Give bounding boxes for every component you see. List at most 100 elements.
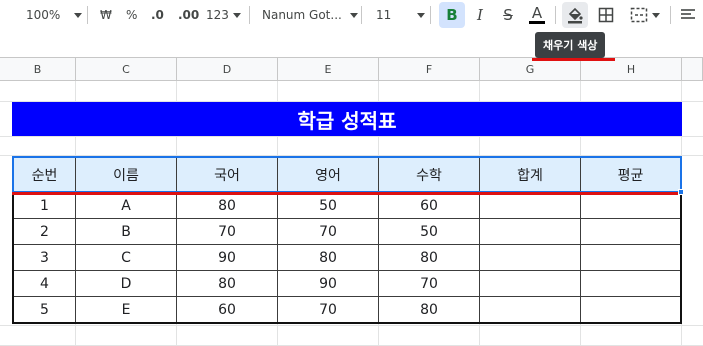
cell-value: 70 (420, 275, 438, 292)
table-cell[interactable]: 70 (177, 219, 278, 245)
table-cell[interactable]: 80 (278, 245, 379, 271)
font-size-select[interactable]: 11 (376, 3, 426, 27)
table-cell[interactable]: 60 (379, 193, 480, 219)
gridline (0, 325, 703, 326)
column-header-d[interactable]: D (177, 57, 278, 81)
table-cell[interactable]: 70 (278, 297, 379, 322)
table-cell[interactable]: 60 (177, 297, 278, 322)
header-cell[interactable]: 수학 (379, 158, 480, 193)
bold-button[interactable]: B (439, 2, 465, 28)
table-cell[interactable] (480, 245, 581, 271)
table-cell[interactable]: C (76, 245, 177, 271)
table-cell[interactable] (581, 245, 680, 271)
table-cell[interactable]: 80 (379, 297, 480, 322)
table-cell[interactable]: D (76, 271, 177, 297)
horizontal-align-button[interactable] (676, 3, 700, 27)
text-color-swatch (529, 21, 545, 24)
header-cell[interactable]: 합계 (480, 158, 581, 193)
score-table: 순번 이름 국어 영어 수학 합계 평균 1 A 80 50 60 2 B 70… (12, 156, 682, 324)
column-header-label: H (626, 62, 636, 76)
italic-button[interactable]: I (468, 3, 492, 27)
sheet-title: 학급 성적표 (297, 108, 397, 133)
cell-value: 3 (40, 249, 49, 266)
column-header-c[interactable]: C (76, 57, 177, 81)
currency-format-button[interactable]: ₩ (100, 3, 112, 27)
strikethrough-button[interactable]: S (496, 3, 520, 27)
table-cell[interactable] (581, 271, 680, 297)
header-cell[interactable]: 이름 (76, 158, 177, 193)
selection-fill-handle[interactable] (678, 189, 684, 195)
header-label: 합계 (517, 168, 543, 184)
borders-icon (598, 7, 614, 23)
tooltip-text: 채우기 색상 (543, 39, 598, 52)
table-cell[interactable]: B (76, 219, 177, 245)
table-cell[interactable] (581, 297, 680, 322)
chevron-down-icon (232, 12, 241, 18)
table-cell[interactable] (581, 219, 680, 245)
header-cell[interactable]: 영어 (278, 158, 379, 193)
table-cell[interactable]: 90 (177, 245, 278, 271)
header-cell[interactable]: 국어 (177, 158, 278, 193)
table-cell[interactable]: 80 (177, 193, 278, 219)
number-format-select[interactable]: 123 (206, 3, 241, 27)
table-cell[interactable]: 80 (177, 271, 278, 297)
cell-value: C (121, 249, 131, 266)
toolbar-divider (249, 6, 250, 24)
cell-value: B (121, 223, 131, 240)
toolbar-divider (430, 6, 431, 24)
table-cell[interactable]: 5 (14, 297, 76, 322)
increase-decimal-button[interactable]: .00 (178, 3, 199, 27)
cell-value: 70 (319, 301, 337, 318)
column-header-f[interactable]: F (379, 57, 480, 81)
table-cell[interactable]: 1 (14, 193, 76, 219)
sheet-title-cell[interactable]: 학급 성적표 (12, 102, 682, 136)
cell-value: 90 (319, 275, 337, 292)
table-cell[interactable]: 4 (14, 271, 76, 297)
column-header-label: E (324, 62, 332, 76)
table-cell[interactable] (480, 219, 581, 245)
italic-label: I (477, 6, 483, 24)
decrease-decimal-button[interactable]: .0 (151, 3, 164, 27)
align-left-icon (681, 9, 695, 19)
decrease-decimal-label: .0 (151, 8, 164, 22)
cell-value: 80 (218, 197, 236, 214)
zoom-select[interactable]: 100% (26, 3, 83, 27)
table-cell[interactable] (480, 271, 581, 297)
header-cell[interactable]: 순번 (14, 158, 76, 193)
table-cell[interactable]: 70 (278, 219, 379, 245)
cell-value: E (121, 301, 131, 318)
font-family-select[interactable]: Nanum Got... (262, 3, 358, 27)
fill-color-button[interactable] (562, 2, 588, 28)
table-cell[interactable]: A (76, 193, 177, 219)
table-cell[interactable] (480, 193, 581, 219)
table-cell[interactable]: E (76, 297, 177, 322)
cell-value: 5 (40, 301, 49, 318)
zoom-value: 100% (26, 8, 61, 22)
table-cell[interactable]: 80 (379, 245, 480, 271)
table-cell[interactable]: 90 (278, 271, 379, 297)
borders-button[interactable] (594, 3, 618, 27)
table-cell[interactable] (581, 193, 680, 219)
toolbar-divider (361, 6, 362, 24)
highlight-underline (12, 192, 682, 195)
header-label: 영어 (315, 168, 341, 184)
table-cell[interactable]: 2 (14, 219, 76, 245)
header-cell[interactable]: 평균 (581, 158, 680, 193)
table-cell[interactable]: 50 (278, 193, 379, 219)
percent-format-button[interactable]: % (126, 3, 137, 27)
column-header-i[interactable] (682, 57, 703, 81)
text-color-button[interactable]: A (525, 3, 549, 27)
cell-value: 70 (218, 223, 236, 240)
cell-value: 80 (420, 301, 438, 318)
column-header-b[interactable]: B (0, 57, 76, 81)
merge-cells-icon (630, 7, 648, 23)
column-header-label: D (222, 62, 232, 76)
merge-cells-button[interactable] (624, 3, 666, 27)
strikethrough-label: S (503, 6, 513, 24)
table-cell[interactable]: 3 (14, 245, 76, 271)
table-cell[interactable]: 50 (379, 219, 480, 245)
table-cell[interactable] (480, 297, 581, 322)
cell-value: 50 (319, 197, 337, 214)
column-header-e[interactable]: E (278, 57, 379, 81)
table-cell[interactable]: 70 (379, 271, 480, 297)
